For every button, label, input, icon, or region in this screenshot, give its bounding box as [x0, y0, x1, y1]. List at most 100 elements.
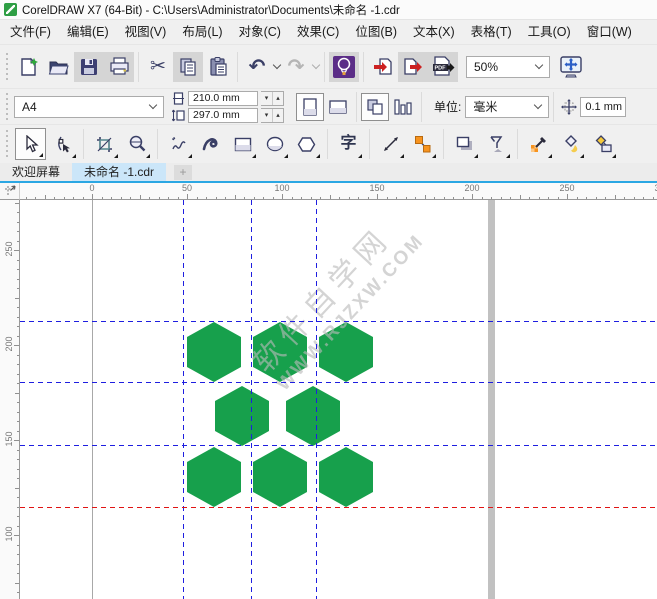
text-tool[interactable]: 字	[333, 128, 364, 160]
guideline-horizontal[interactable]	[20, 445, 657, 446]
ruler-tick	[130, 197, 131, 199]
toolbox: 字	[0, 124, 657, 163]
zoom-tool[interactable]	[121, 128, 152, 160]
ruler-tick	[292, 197, 293, 199]
undo-button[interactable]: ↶	[242, 52, 272, 82]
undo-dropdown-button[interactable]	[272, 52, 281, 82]
page-height-spinner[interactable]: ▾ ▴	[261, 108, 284, 123]
ruler-tick	[15, 203, 19, 204]
hexagon-shape[interactable]	[253, 322, 307, 382]
zoom-level-combobox[interactable]: 50%	[466, 56, 550, 78]
guideline-vertical[interactable]	[251, 200, 252, 599]
print-button[interactable]	[104, 52, 134, 82]
drawing-canvas[interactable]: 软件自学网WWW.RJZXW.COM	[20, 200, 657, 599]
toolbox-separator	[369, 129, 370, 159]
ruler-tick	[17, 260, 19, 261]
menu-item-6[interactable]: 位图(B)	[347, 20, 405, 44]
crop-tool[interactable]	[89, 128, 120, 160]
spinner-down-icon[interactable]: ▾	[261, 109, 272, 122]
rectangle-tool[interactable]	[227, 128, 258, 160]
redo-dropdown-button[interactable]	[311, 52, 320, 82]
menu-item-1[interactable]: 编辑(E)	[59, 20, 117, 44]
chevron-down-icon	[311, 61, 319, 69]
toolbar-drag-handle[interactable]	[4, 93, 11, 121]
hexagon-shape[interactable]	[215, 386, 269, 446]
toolbar-drag-handle[interactable]	[4, 130, 11, 158]
polygon-tool[interactable]	[291, 128, 322, 160]
portrait-orientation-button[interactable]	[296, 93, 324, 121]
artistic-media-tool[interactable]	[195, 128, 226, 160]
ellipse-tool[interactable]	[259, 128, 290, 160]
page-height-icon	[172, 109, 185, 122]
flyout-indicator	[612, 154, 616, 158]
ruler-tick	[17, 554, 19, 555]
all-pages-button[interactable]	[361, 93, 389, 121]
menu-item-2[interactable]: 视图(V)	[117, 20, 175, 44]
new-tab-button[interactable]: +	[174, 165, 192, 180]
dimension-tool[interactable]	[375, 128, 406, 160]
menu-item-9[interactable]: 工具(O)	[520, 20, 579, 44]
ruler-tick	[17, 545, 19, 546]
page-size-combobox[interactable]: A4	[14, 96, 164, 118]
color-eyedropper-tool[interactable]	[523, 128, 554, 160]
publish-pdf-button[interactable]: PDF	[428, 52, 458, 82]
open-button[interactable]	[44, 52, 74, 82]
full-screen-preview-button[interactable]	[556, 52, 586, 82]
guideline-vertical[interactable]	[316, 200, 317, 599]
copy-button[interactable]	[173, 52, 203, 82]
toolbar-drag-handle[interactable]	[4, 53, 11, 81]
transparency-tool[interactable]	[481, 128, 512, 160]
page-height-field[interactable]: 297.0 mm	[188, 108, 258, 123]
guideline-horizontal[interactable]	[20, 382, 657, 383]
ruler-label: 200	[460, 183, 484, 193]
menu-item-8[interactable]: 表格(T)	[463, 20, 520, 44]
new-document-button[interactable]	[14, 52, 44, 82]
current-page-button[interactable]	[389, 93, 417, 121]
spinner-up-icon[interactable]: ▴	[272, 92, 283, 105]
tab-document[interactable]: 未命名 -1.cdr	[72, 163, 166, 181]
menu-item-4[interactable]: 对象(C)	[231, 20, 289, 44]
vertical-ruler[interactable]: 250200150100	[0, 200, 20, 599]
menu-item-0[interactable]: 文件(F)	[2, 20, 59, 44]
shape-tool[interactable]	[47, 128, 78, 160]
ruler-tick	[510, 197, 511, 199]
paste-button[interactable]	[203, 52, 233, 82]
import-button[interactable]	[368, 52, 398, 82]
freehand-tool[interactable]	[163, 128, 194, 160]
spinner-up-icon[interactable]: ▴	[272, 109, 283, 122]
redo-button[interactable]: ↷	[281, 52, 311, 82]
hexagon-shape[interactable]	[187, 447, 241, 507]
horizontal-ruler[interactable]: 050100150200250300	[20, 183, 657, 200]
guideline-horizontal-red[interactable]	[20, 507, 657, 508]
guideline-vertical[interactable]	[183, 200, 184, 599]
page-width-field[interactable]: 210.0 mm	[188, 91, 258, 106]
menu-item-5[interactable]: 效果(C)	[289, 20, 347, 44]
hexagon-shape[interactable]	[253, 447, 307, 507]
save-button[interactable]	[74, 52, 104, 82]
smart-fill-tool[interactable]	[587, 128, 618, 160]
cut-button[interactable]: ✂	[143, 52, 173, 82]
pick-tool[interactable]	[15, 128, 46, 160]
application-launcher-button[interactable]	[329, 52, 359, 82]
export-button[interactable]	[398, 52, 428, 82]
menu-item-3[interactable]: 布局(L)	[174, 20, 230, 44]
ruler-tick	[216, 197, 217, 199]
units-combobox[interactable]: 毫米	[465, 96, 549, 118]
connector-tool[interactable]	[407, 128, 438, 160]
menu-item-7[interactable]: 文本(X)	[405, 20, 463, 44]
guideline-horizontal[interactable]	[20, 321, 657, 322]
interactive-fill-tool[interactable]	[555, 128, 586, 160]
tab-welcome-screen[interactable]: 欢迎屏幕	[0, 163, 72, 181]
landscape-orientation-button[interactable]	[324, 93, 352, 121]
hexagon-shape[interactable]	[319, 322, 373, 382]
ruler-origin-icon	[4, 185, 16, 197]
spinner-down-icon[interactable]: ▾	[261, 92, 272, 105]
menu-item-10[interactable]: 窗口(W)	[579, 20, 640, 44]
ruler-origin-corner[interactable]	[0, 183, 20, 200]
nudge-distance-field[interactable]: 0.1 mm	[580, 97, 626, 117]
drop-shadow-tool[interactable]	[449, 128, 480, 160]
page-width-spinner[interactable]: ▾ ▴	[261, 91, 284, 106]
hexagon-shape[interactable]	[319, 447, 373, 507]
hexagon-shape[interactable]	[286, 386, 340, 446]
hexagon-shape[interactable]	[187, 322, 241, 382]
